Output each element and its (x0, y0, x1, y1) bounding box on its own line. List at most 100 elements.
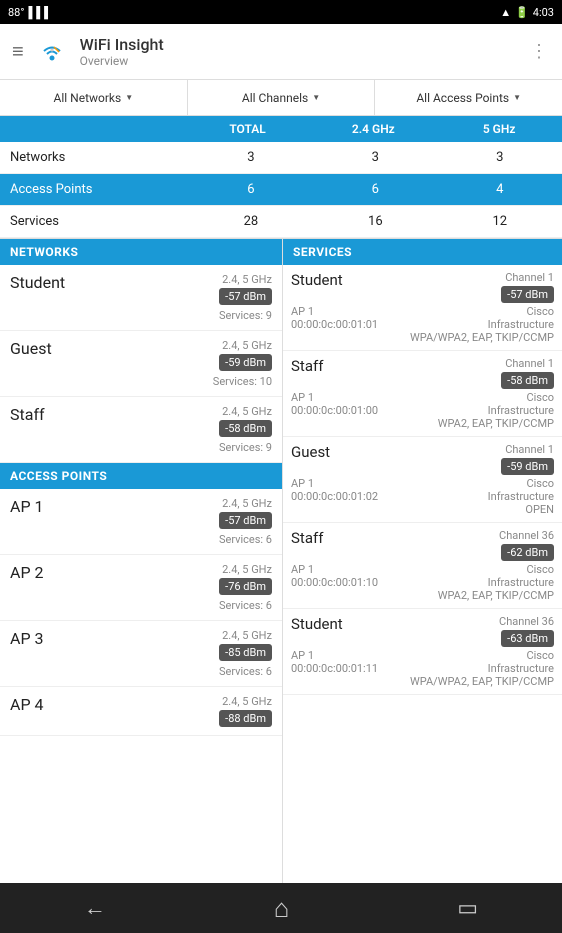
filter-access-points[interactable]: All Access Points ▼ (375, 80, 562, 115)
ap-name: AP 2 (10, 563, 44, 582)
service-channel: Channel 1 (501, 357, 554, 370)
service-signal: -57 dBm (501, 286, 554, 303)
network-services: Services: 10 (10, 375, 272, 388)
service-type: Infrastructure (410, 318, 554, 331)
stats-row-5ghz: 3 (438, 142, 562, 173)
service-ap: AP 1 (291, 649, 378, 662)
ap-services: Services: 6 (10, 599, 272, 612)
stats-col-5ghz: 5 GHz (436, 116, 562, 142)
bottom-nav: ← ⌂ ▭ (0, 883, 562, 933)
service-ap: AP 1 (291, 563, 378, 576)
wifi-logo-icon (41, 41, 63, 63)
filter-row: All Networks ▼ All Channels ▼ All Access… (0, 80, 562, 116)
filter-channels[interactable]: All Channels ▼ (188, 80, 376, 115)
ap-services: Services: 6 (10, 533, 272, 546)
app-title: WiFi Insight (80, 35, 530, 54)
stats-row-24ghz: 16 (313, 206, 437, 237)
recent-button[interactable]: ▭ (457, 896, 478, 921)
ap-name: AP 3 (10, 629, 44, 648)
service-name: Student (291, 271, 343, 289)
hamburger-menu[interactable]: ≡ (12, 39, 24, 64)
stats-row-label: Services (0, 206, 189, 237)
network-signal: -58 dBm (219, 420, 272, 437)
stats-row-24ghz: 3 (313, 142, 437, 173)
service-mac: 00:00:0c:00:01:02 (291, 490, 378, 503)
service-mac: 00:00:0c:00:01:00 (291, 404, 378, 417)
ap-bands: 2.4, 5 GHz (219, 563, 272, 576)
service-security: WPA2, EAP, TKIP/CCMP (438, 589, 554, 602)
stats-row-label: Access Points (0, 174, 189, 205)
service-type: Infrastructure (438, 576, 554, 589)
service-item[interactable]: Staff Channel 1 -58 dBm AP 1 00:00:0c:00… (283, 351, 562, 437)
overflow-menu[interactable]: ⋮ (530, 41, 550, 62)
ap-name: AP 4 (10, 695, 44, 714)
stats-table: TOTAL 2.4 GHz 5 GHz Networks 3 3 3 Acces… (0, 116, 562, 239)
service-channel: Channel 36 (499, 529, 554, 542)
back-button[interactable]: ← (84, 895, 106, 921)
main-content: NETWORKS Student 2.4, 5 GHz -57 dBm Serv… (0, 239, 562, 883)
network-name: Staff (10, 405, 45, 424)
services-section-header: SERVICES (283, 239, 562, 265)
app-subtitle: Overview (80, 54, 530, 68)
ap-item[interactable]: AP 3 2.4, 5 GHz -85 dBm Services: 6 (0, 621, 282, 687)
network-services: Services: 9 (10, 441, 272, 454)
ap-bands: 2.4, 5 GHz (219, 629, 272, 642)
stats-row: Networks 3 3 3 (0, 142, 562, 174)
service-mac: 00:00:0c:00:01:01 (291, 318, 378, 331)
service-item[interactable]: Student Channel 36 -63 dBm AP 1 00:00:0c… (283, 609, 562, 695)
network-item[interactable]: Guest 2.4, 5 GHz -59 dBm Services: 10 (0, 331, 282, 397)
network-bands: 2.4, 5 GHz (219, 339, 272, 352)
service-type: Infrastructure (410, 662, 554, 675)
stats-row: Services 28 16 12 (0, 206, 562, 238)
service-signal: -63 dBm (501, 630, 554, 647)
network-item[interactable]: Student 2.4, 5 GHz -57 dBm Services: 9 (0, 265, 282, 331)
status-left: 88° ▌▌▌ (8, 6, 52, 19)
ap-section-header: ACCESS POINTS (0, 463, 282, 489)
filter-ap-arrow: ▼ (513, 93, 521, 102)
service-mac: 00:00:0c:00:01:11 (291, 662, 378, 675)
network-bands: 2.4, 5 GHz (219, 273, 272, 286)
right-panel: SERVICES Student Channel 1 -57 dBm AP 1 … (283, 239, 562, 883)
network-item[interactable]: Staff 2.4, 5 GHz -58 dBm Services: 9 (0, 397, 282, 463)
network-name: Guest (10, 339, 52, 358)
service-signal: -58 dBm (501, 372, 554, 389)
app-logo (34, 34, 70, 70)
service-vendor: Cisco (488, 477, 554, 490)
stats-row-24ghz: 6 (313, 174, 437, 205)
time-display: 4:03 (533, 6, 554, 19)
network-signal: -57 dBm (219, 288, 272, 305)
stats-row-total: 3 (189, 142, 313, 173)
service-name: Staff (291, 357, 323, 375)
stats-col-total: TOTAL (185, 116, 311, 142)
battery-icon: 🔋 (515, 6, 529, 19)
service-item[interactable]: Student Channel 1 -57 dBm AP 1 00:00:0c:… (283, 265, 562, 351)
left-panel: NETWORKS Student 2.4, 5 GHz -57 dBm Serv… (0, 239, 283, 883)
ap-item[interactable]: AP 1 2.4, 5 GHz -57 dBm Services: 6 (0, 489, 282, 555)
network-signal: -59 dBm (219, 354, 272, 371)
service-ap: AP 1 (291, 305, 378, 318)
service-security: OPEN (488, 503, 554, 516)
signal-bars: ▌▌▌ (28, 6, 51, 19)
ap-item[interactable]: AP 2 2.4, 5 GHz -76 dBm Services: 6 (0, 555, 282, 621)
service-signal: -62 dBm (501, 544, 554, 561)
service-vendor: Cisco (410, 305, 554, 318)
network-name: Student (10, 273, 65, 292)
stats-row-total: 6 (189, 174, 313, 205)
service-channel: Channel 1 (501, 271, 554, 284)
service-item[interactable]: Guest Channel 1 -59 dBm AP 1 00:00:0c:00… (283, 437, 562, 523)
ap-signal: -76 dBm (219, 578, 272, 595)
service-type: Infrastructure (438, 404, 554, 417)
ap-item[interactable]: AP 4 2.4, 5 GHz -88 dBm (0, 687, 282, 736)
service-item[interactable]: Staff Channel 36 -62 dBm AP 1 00:00:0c:0… (283, 523, 562, 609)
ap-services: Services: 6 (10, 665, 272, 678)
status-bar: 88° ▌▌▌ ▲ 🔋 4:03 (0, 0, 562, 24)
networks-section-header: NETWORKS (0, 239, 282, 265)
stats-row-5ghz: 12 (438, 206, 562, 237)
ap-signal: -85 dBm (219, 644, 272, 661)
app-bar: ≡ WiFi Insight Overview ⋮ (0, 24, 562, 80)
ap-signal: -88 dBm (219, 710, 272, 727)
filter-channels-arrow: ▼ (312, 93, 320, 102)
filter-networks[interactable]: All Networks ▼ (0, 80, 188, 115)
service-type: Infrastructure (488, 490, 554, 503)
home-button[interactable]: ⌂ (274, 893, 290, 924)
